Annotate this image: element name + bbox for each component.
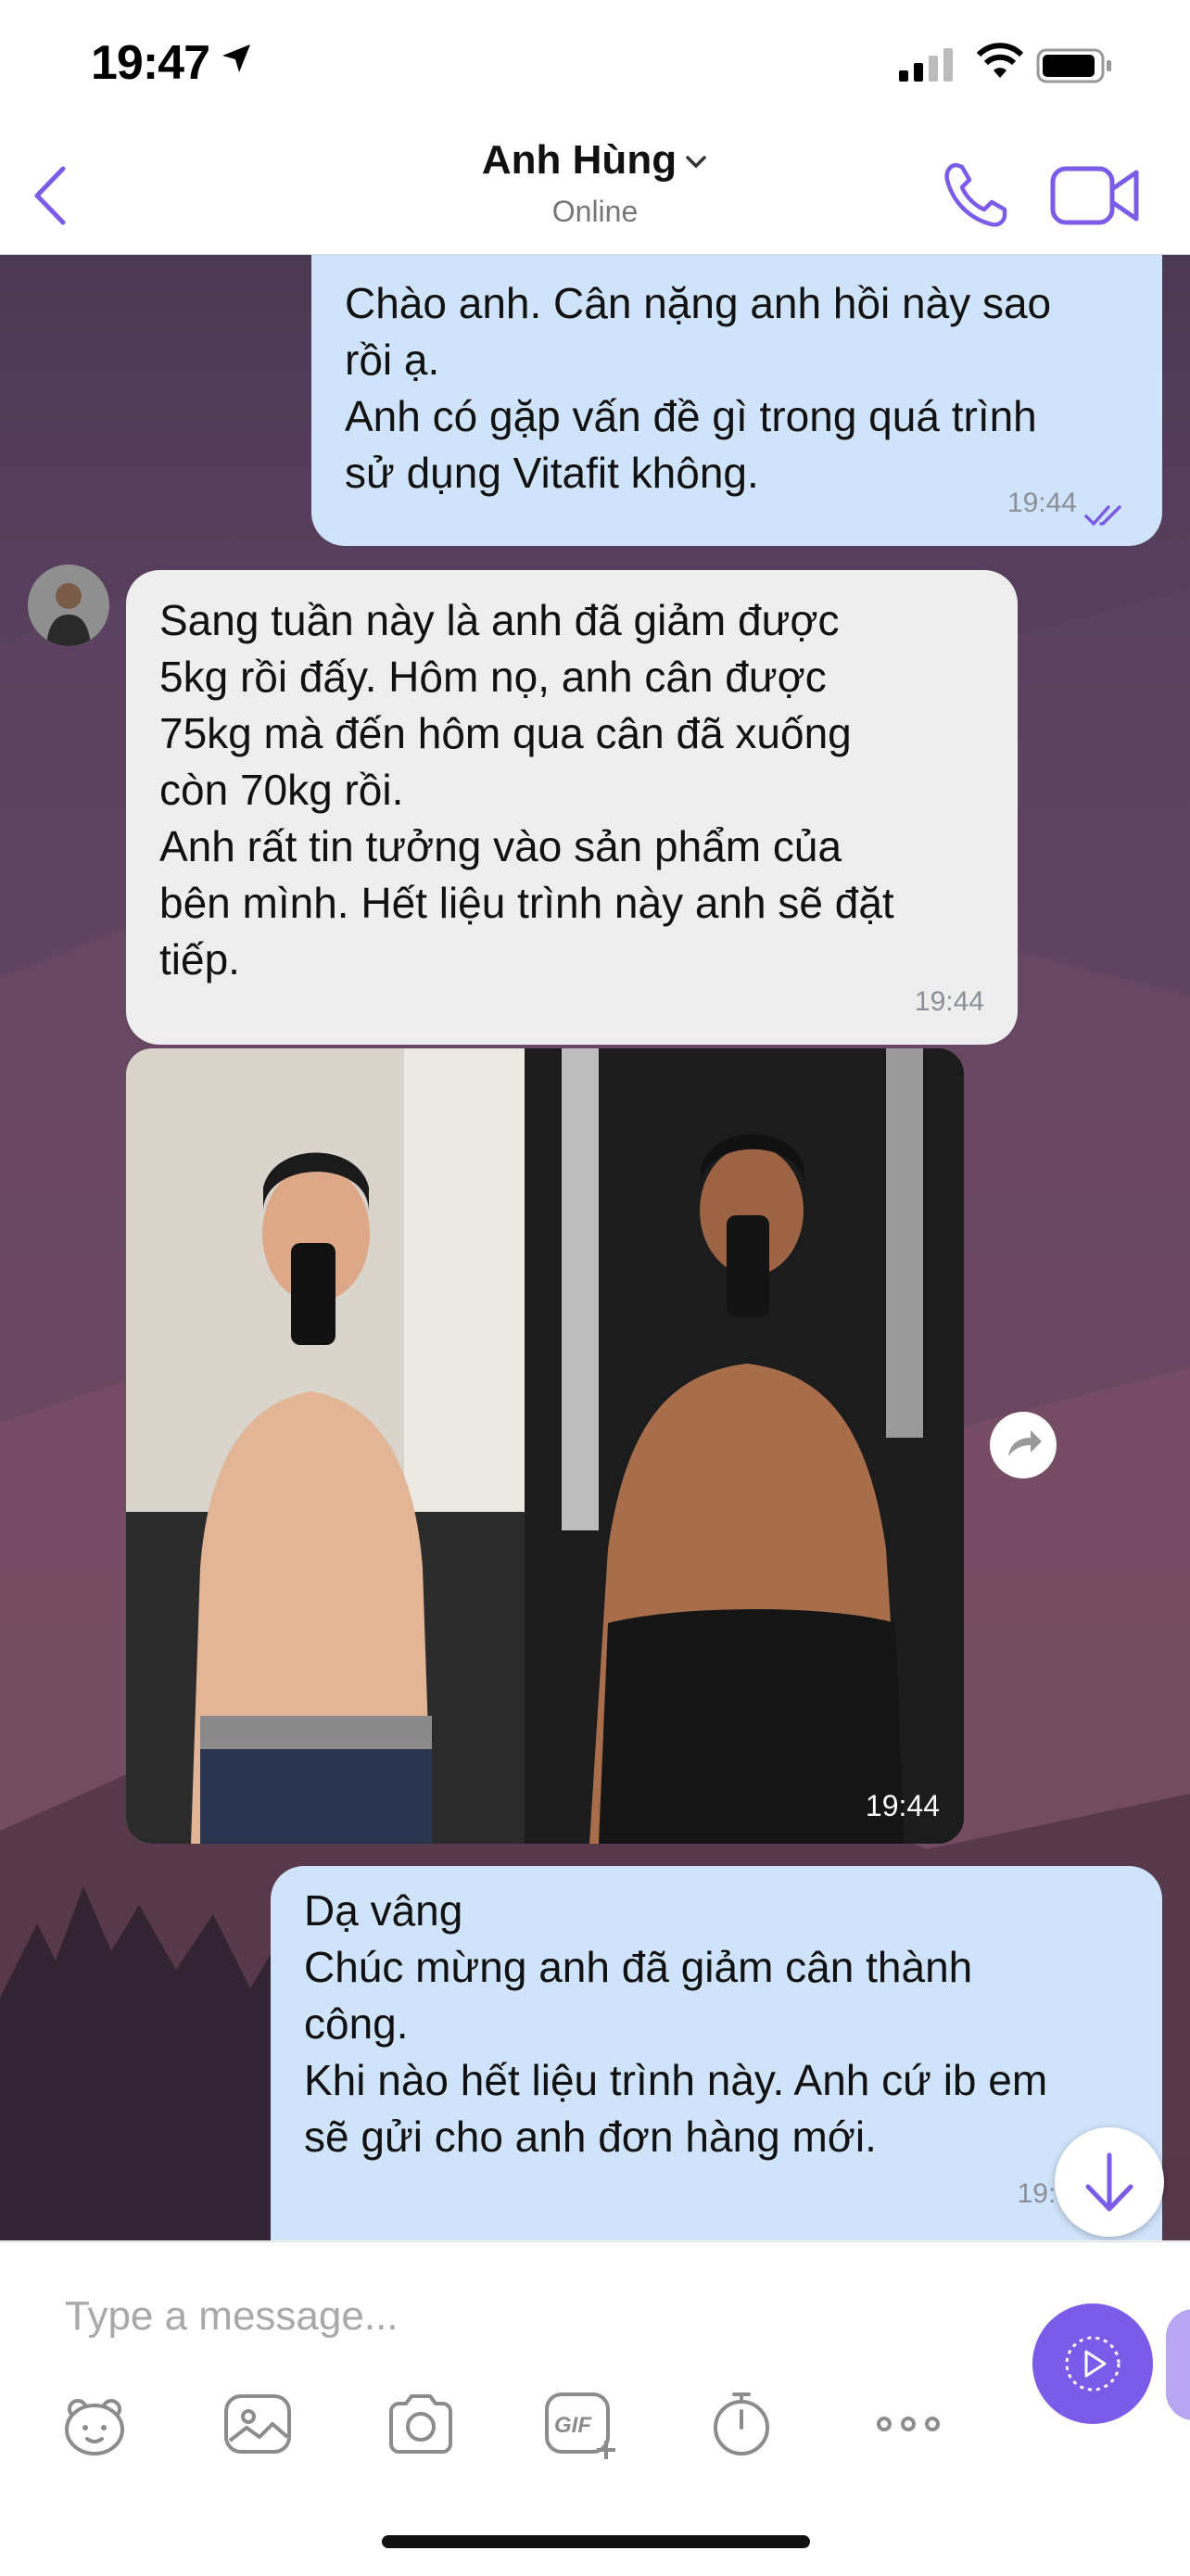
message-text: Dạ vâng Chúc mừng anh đã giảm cân thành … (304, 1886, 1048, 2161)
arrow-down-icon (1085, 2152, 1133, 2212)
send-icon (1065, 2336, 1120, 2392)
message-input[interactable] (65, 2279, 992, 2354)
message-bubble-outgoing[interactable]: Dạ vâng Chúc mừng anh đã giảm cân thành … (271, 1866, 1162, 2240)
wifi-icon (976, 43, 1024, 78)
send-button[interactable] (1032, 2303, 1153, 2424)
chat-area[interactable]: Chào anh. Cân nặng anh hồi này sao rồi ạ… (0, 255, 1190, 2240)
message-bubble-incoming[interactable]: Sang tuần này là anh đã giảm được 5kg rồ… (126, 570, 1018, 1045)
composer: GIF (0, 2241, 1190, 2576)
phone-call-button[interactable] (938, 158, 1012, 232)
status-time: 19:47 (91, 36, 210, 90)
sticker-icon[interactable] (57, 2387, 132, 2461)
video-call-button[interactable] (1049, 163, 1142, 228)
message-bubble-outgoing[interactable]: Chào anh. Cân nặng anh hồi này sao rồi ạ… (311, 255, 1162, 546)
battery-icon (1036, 48, 1111, 83)
before-after-photo (126, 1048, 964, 1844)
message-text: Chào anh. Cân nặng anh hồi này sao rồi ạ… (345, 279, 1052, 497)
chat-header: Anh Hùng Online (0, 130, 1190, 255)
forward-icon (1008, 1430, 1042, 1456)
read-ticks-icon (1084, 505, 1121, 527)
contact-name: Anh Hùng (481, 137, 677, 183)
home-indicator (382, 2535, 810, 2548)
scroll-to-bottom-button[interactable] (1055, 2127, 1164, 2237)
photo-time: 19:44 (865, 1789, 940, 1822)
message-time: 19:44 (1006, 488, 1077, 518)
secondary-action-button[interactable] (1166, 2309, 1190, 2420)
chevron-down-icon (686, 156, 706, 169)
photo-message[interactable]: 19:44 (126, 1048, 964, 1844)
avatar-image (28, 565, 109, 646)
location-arrow-icon (222, 44, 250, 72)
message-time: 19:44 (914, 986, 984, 1017)
camera-icon[interactable] (384, 2387, 458, 2461)
contact-avatar[interactable] (28, 565, 109, 646)
forward-button[interactable] (990, 1412, 1057, 1478)
status-bar: 19:47 (0, 0, 1190, 130)
timer-icon[interactable] (704, 2387, 779, 2461)
more-icon[interactable] (871, 2387, 945, 2461)
cellular-signal-icon (899, 48, 953, 82)
message-text: Sang tuần này là anh đã giảm được 5kg rồ… (159, 596, 894, 983)
gallery-icon[interactable] (221, 2387, 295, 2461)
gif-label: GIF (554, 2413, 591, 2438)
gif-button[interactable]: GIF (543, 2387, 621, 2461)
